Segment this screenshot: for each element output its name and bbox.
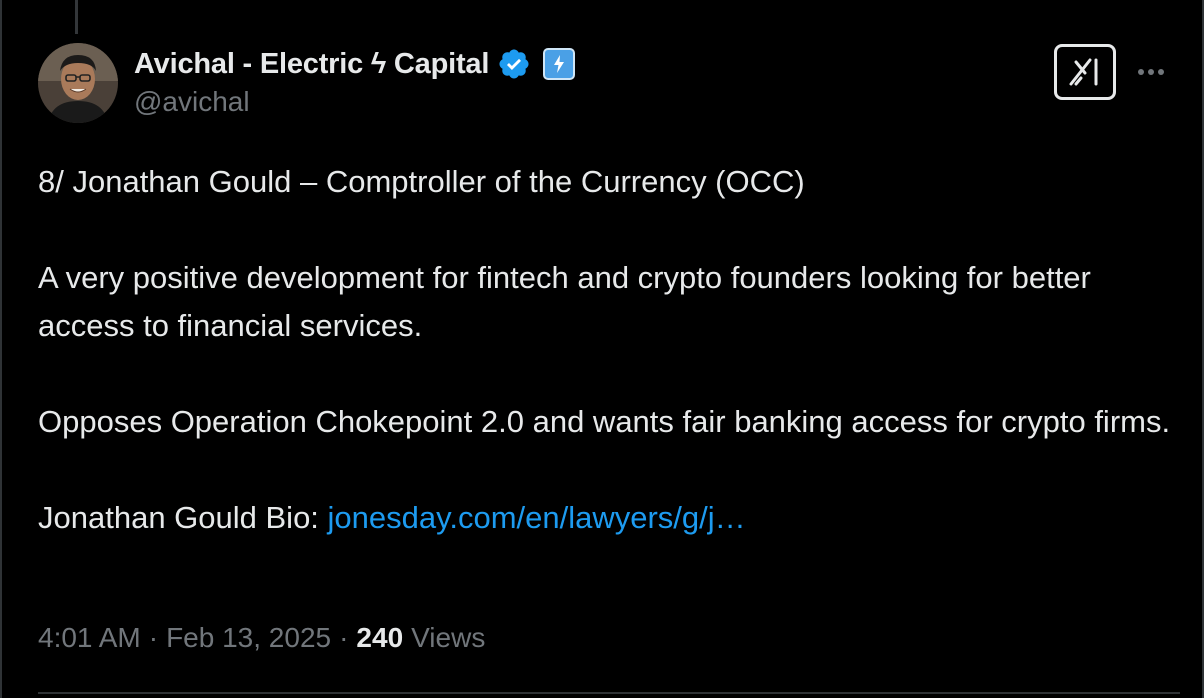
views-label: Views — [411, 622, 486, 653]
tweet-bio-line: Jonathan Gould Bio: jonesday.com/en/lawy… — [38, 494, 1178, 542]
author-display-name[interactable]: Avichal - Electric ϟ Capital — [134, 48, 489, 81]
meta-separator: · — [339, 622, 349, 653]
avatar[interactable] — [38, 43, 118, 123]
more-dot — [1138, 69, 1144, 75]
author-name-row: Avichal - Electric ϟ Capital — [134, 44, 576, 84]
divider — [38, 692, 1180, 694]
views-count[interactable]: 240 — [356, 622, 403, 654]
meta-separator: · — [148, 622, 159, 653]
grok-icon — [1069, 58, 1098, 86]
avatar-photo — [38, 43, 118, 123]
more-options-icon[interactable] — [1133, 60, 1169, 84]
tweet-date[interactable]: Feb 13, 2025 — [166, 622, 331, 654]
more-dot — [1148, 69, 1154, 75]
verified-badge-icon[interactable] — [497, 47, 531, 81]
tweet-paragraph-3: Opposes Operation Chokepoint 2.0 and wan… — [38, 404, 1171, 439]
more-dot — [1158, 69, 1164, 75]
author-handle[interactable]: @avichal — [134, 86, 250, 118]
bio-label: Jonathan Gould Bio: — [38, 500, 328, 535]
bio-link[interactable]: jonesday.com/en/lawyers/g/j… — [328, 500, 746, 535]
tweet-meta: 4:01 AM · Feb 13, 2025 · 240 Views — [38, 622, 485, 654]
tweet-time[interactable]: 4:01 AM — [38, 622, 141, 654]
tweet-paragraph-2: A very positive development for fintech … — [38, 260, 1091, 343]
lightning-bolt-icon[interactable] — [543, 48, 576, 80]
grok-button[interactable] — [1054, 44, 1116, 100]
tweet-line-1: 8/ Jonathan Gould – Comptroller of the C… — [38, 164, 805, 199]
tweet-card: Avichal - Electric ϟ Capital @avichal 8/… — [0, 0, 1204, 698]
tweet-body: 8/ Jonathan Gould – Comptroller of the C… — [38, 158, 1178, 542]
thread-connector-line — [75, 0, 78, 34]
